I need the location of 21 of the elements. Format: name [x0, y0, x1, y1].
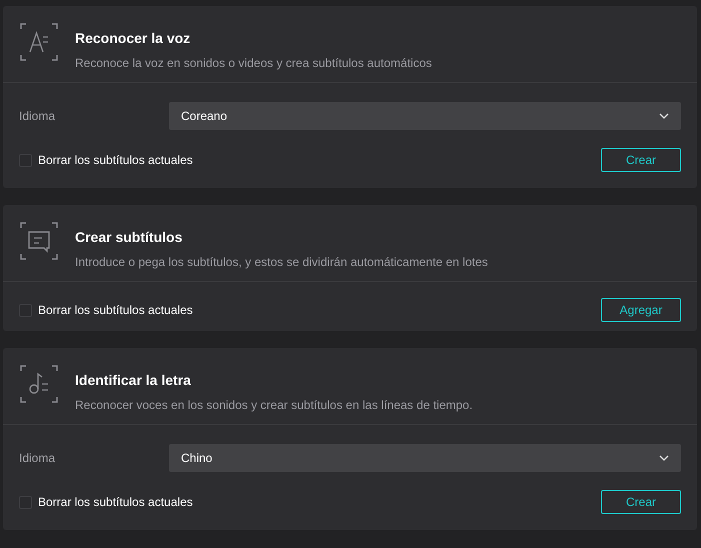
action-button[interactable]: Crear — [601, 148, 681, 172]
chevron-down-icon — [659, 113, 669, 119]
panel-title: Crear subtítulos — [75, 229, 184, 245]
language-dropdown[interactable]: Chino — [169, 444, 681, 472]
speech-bubble-icon — [20, 222, 58, 260]
music-note-icon — [20, 365, 58, 403]
language-dropdown[interactable]: Coreano — [169, 102, 681, 130]
chevron-down-icon — [659, 455, 669, 461]
action-button[interactable]: Crear — [601, 490, 681, 514]
action-button[interactable]: Agregar — [601, 298, 681, 322]
text-recognition-icon — [20, 23, 58, 61]
checkbox-label: Borrar los subtítulos actuales — [38, 495, 193, 509]
panel-title: Identificar la letra — [75, 372, 192, 388]
panel-description: Reconocer voces en los sonidos y crear subtítulos en las líneas de tiempo. — [75, 398, 473, 412]
panel-description: Reconoce la voz en sonidos o videos y crea subtítulos automáticos — [75, 56, 432, 70]
checkbox-label: Borrar los subtítulos actuales — [38, 303, 193, 317]
field-label: Idioma — [19, 451, 56, 465]
panel-title: Reconocer la voz — [75, 30, 192, 46]
checkbox-label: Borrar los subtítulos actuales — [38, 153, 193, 167]
field-label: Idioma — [19, 109, 56, 123]
panel-description: Introduce o pega los subtítulos, y estos se dividirán automáticamente en lotes — [75, 255, 488, 269]
